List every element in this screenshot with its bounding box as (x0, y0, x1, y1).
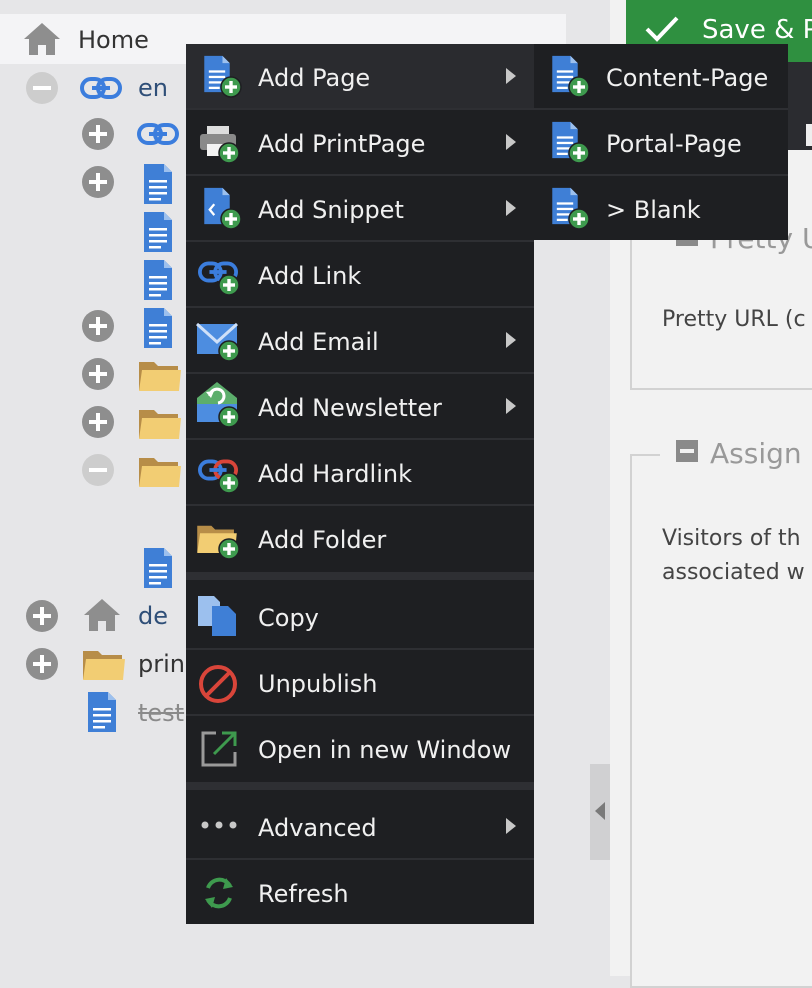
expand-toggle-icon[interactable] (26, 600, 58, 632)
menu-item-label: Add PrintPage (258, 130, 426, 158)
menu-separator (186, 572, 534, 580)
home-icon (82, 597, 122, 633)
menu-item-add-page[interactable]: Add Page (186, 44, 534, 110)
chevron-right-icon (506, 818, 516, 834)
menu-item-label: Copy (258, 604, 319, 632)
menu-item-label: Add Page (258, 64, 371, 92)
collapse-section-icon[interactable] (676, 440, 698, 462)
folder-icon (82, 647, 126, 681)
document-icon (142, 306, 174, 350)
unpublish-icon (196, 658, 242, 708)
chevron-right-icon (506, 200, 516, 216)
submenu-item-label: > Blank (606, 196, 701, 224)
menu-item-unpublish[interactable]: Unpublish (186, 650, 534, 716)
add-snippet-icon (200, 184, 246, 234)
menu-item-label: Add Hardlink (258, 460, 412, 488)
menu-item-label: Open in new Window (258, 736, 512, 764)
add-email-icon (196, 316, 242, 366)
menu-item-add-link[interactable]: Add Link (186, 242, 534, 308)
add-newsletter-icon (196, 380, 242, 430)
refresh-icon (198, 868, 244, 918)
menu-item-refresh[interactable]: Refresh (186, 860, 534, 924)
document-icon (142, 546, 174, 590)
more-icon (198, 802, 244, 852)
tree-node-prin[interactable]: prin (138, 652, 185, 676)
document-icon (86, 690, 118, 734)
home-icon (22, 21, 62, 57)
checkmark-icon (645, 16, 679, 42)
menu-item-label: Add Folder (258, 526, 387, 554)
menu-item-label: Unpublish (258, 670, 378, 698)
add-page-submenu: Content-Page Portal-Page > Blank (534, 44, 788, 240)
menu-item-advanced[interactable]: Advanced (186, 794, 534, 860)
submenu-item-blank[interactable]: > Blank (534, 176, 788, 240)
chevron-left-icon (595, 802, 605, 820)
add-folder-icon (196, 514, 242, 564)
menu-item-label: Add Email (258, 328, 379, 356)
tree-node-de[interactable]: de (138, 604, 168, 628)
menu-item-add-hardlink[interactable]: Add Hardlink (186, 440, 534, 506)
menu-item-label: Advanced (258, 814, 377, 842)
menu-item-add-email[interactable]: Add Email (186, 308, 534, 374)
chevron-right-icon (506, 134, 516, 150)
document-icon (142, 162, 174, 206)
expand-toggle-icon[interactable] (82, 310, 114, 342)
folder-icon (138, 406, 182, 440)
link-icon (80, 76, 122, 100)
add-page-icon (200, 52, 246, 102)
chevron-right-icon (506, 332, 516, 348)
collapse-panel-handle[interactable] (590, 764, 610, 860)
add-page-icon (548, 184, 594, 234)
menu-item-add-printpage[interactable]: Add PrintPage (186, 110, 534, 176)
submenu-item-content-page[interactable]: Content-Page (534, 44, 788, 110)
expand-toggle-icon[interactable] (82, 118, 114, 150)
context-menu: Add Page Add PrintPage Add Snippet Add L… (186, 44, 534, 924)
tree-home-label[interactable]: Home (78, 28, 149, 52)
submenu-item-label: Content-Page (606, 64, 769, 92)
assign-text-line2: associated w (662, 560, 805, 585)
assign-text-line1: Visitors of th (662, 526, 801, 551)
tree-node-en[interactable]: en (138, 76, 168, 100)
menu-item-add-folder[interactable]: Add Folder (186, 506, 534, 570)
collapse-toggle-icon[interactable] (82, 454, 114, 486)
add-hardlink-icon (198, 448, 244, 498)
menu-item-add-newsletter[interactable]: Add Newsletter (186, 374, 534, 440)
document-icon (142, 210, 174, 254)
folder-icon (138, 358, 182, 392)
tree-node-test[interactable]: test (138, 701, 184, 725)
save-publish-label: Save & P (702, 15, 812, 45)
expand-toggle-icon[interactable] (82, 358, 114, 390)
chevron-right-icon (506, 398, 516, 414)
collapse-toggle-icon[interactable] (26, 72, 58, 104)
menu-separator (186, 782, 534, 790)
link-icon (137, 122, 179, 146)
chevron-right-icon (506, 68, 516, 84)
menu-item-label: Add Link (258, 262, 362, 290)
submenu-item-portal-page[interactable]: Portal-Page (534, 110, 788, 176)
menu-item-label: Refresh (258, 880, 349, 908)
menu-item-label: Add Snippet (258, 196, 404, 224)
add-link-icon (198, 250, 244, 300)
folder-icon (138, 454, 182, 488)
add-page-icon (548, 118, 594, 168)
add-printpage-icon (198, 118, 244, 168)
copy-icon (196, 592, 242, 642)
pretty-url-text: Pretty URL (c (662, 307, 806, 332)
open-new-window-icon (198, 724, 244, 774)
expand-toggle-icon[interactable] (26, 648, 58, 680)
menu-item-copy[interactable]: Copy (186, 584, 534, 650)
document-icon (142, 258, 174, 302)
menu-item-open-new-window[interactable]: Open in new Window (186, 716, 534, 780)
add-page-icon (548, 52, 594, 102)
section-legend-assign: Assign (710, 437, 802, 470)
expand-toggle-icon[interactable] (82, 406, 114, 438)
expand-toggle-icon[interactable] (82, 166, 114, 198)
menu-item-add-snippet[interactable]: Add Snippet (186, 176, 534, 242)
menu-item-label: Add Newsletter (258, 394, 442, 422)
submenu-item-label: Portal-Page (606, 130, 742, 158)
